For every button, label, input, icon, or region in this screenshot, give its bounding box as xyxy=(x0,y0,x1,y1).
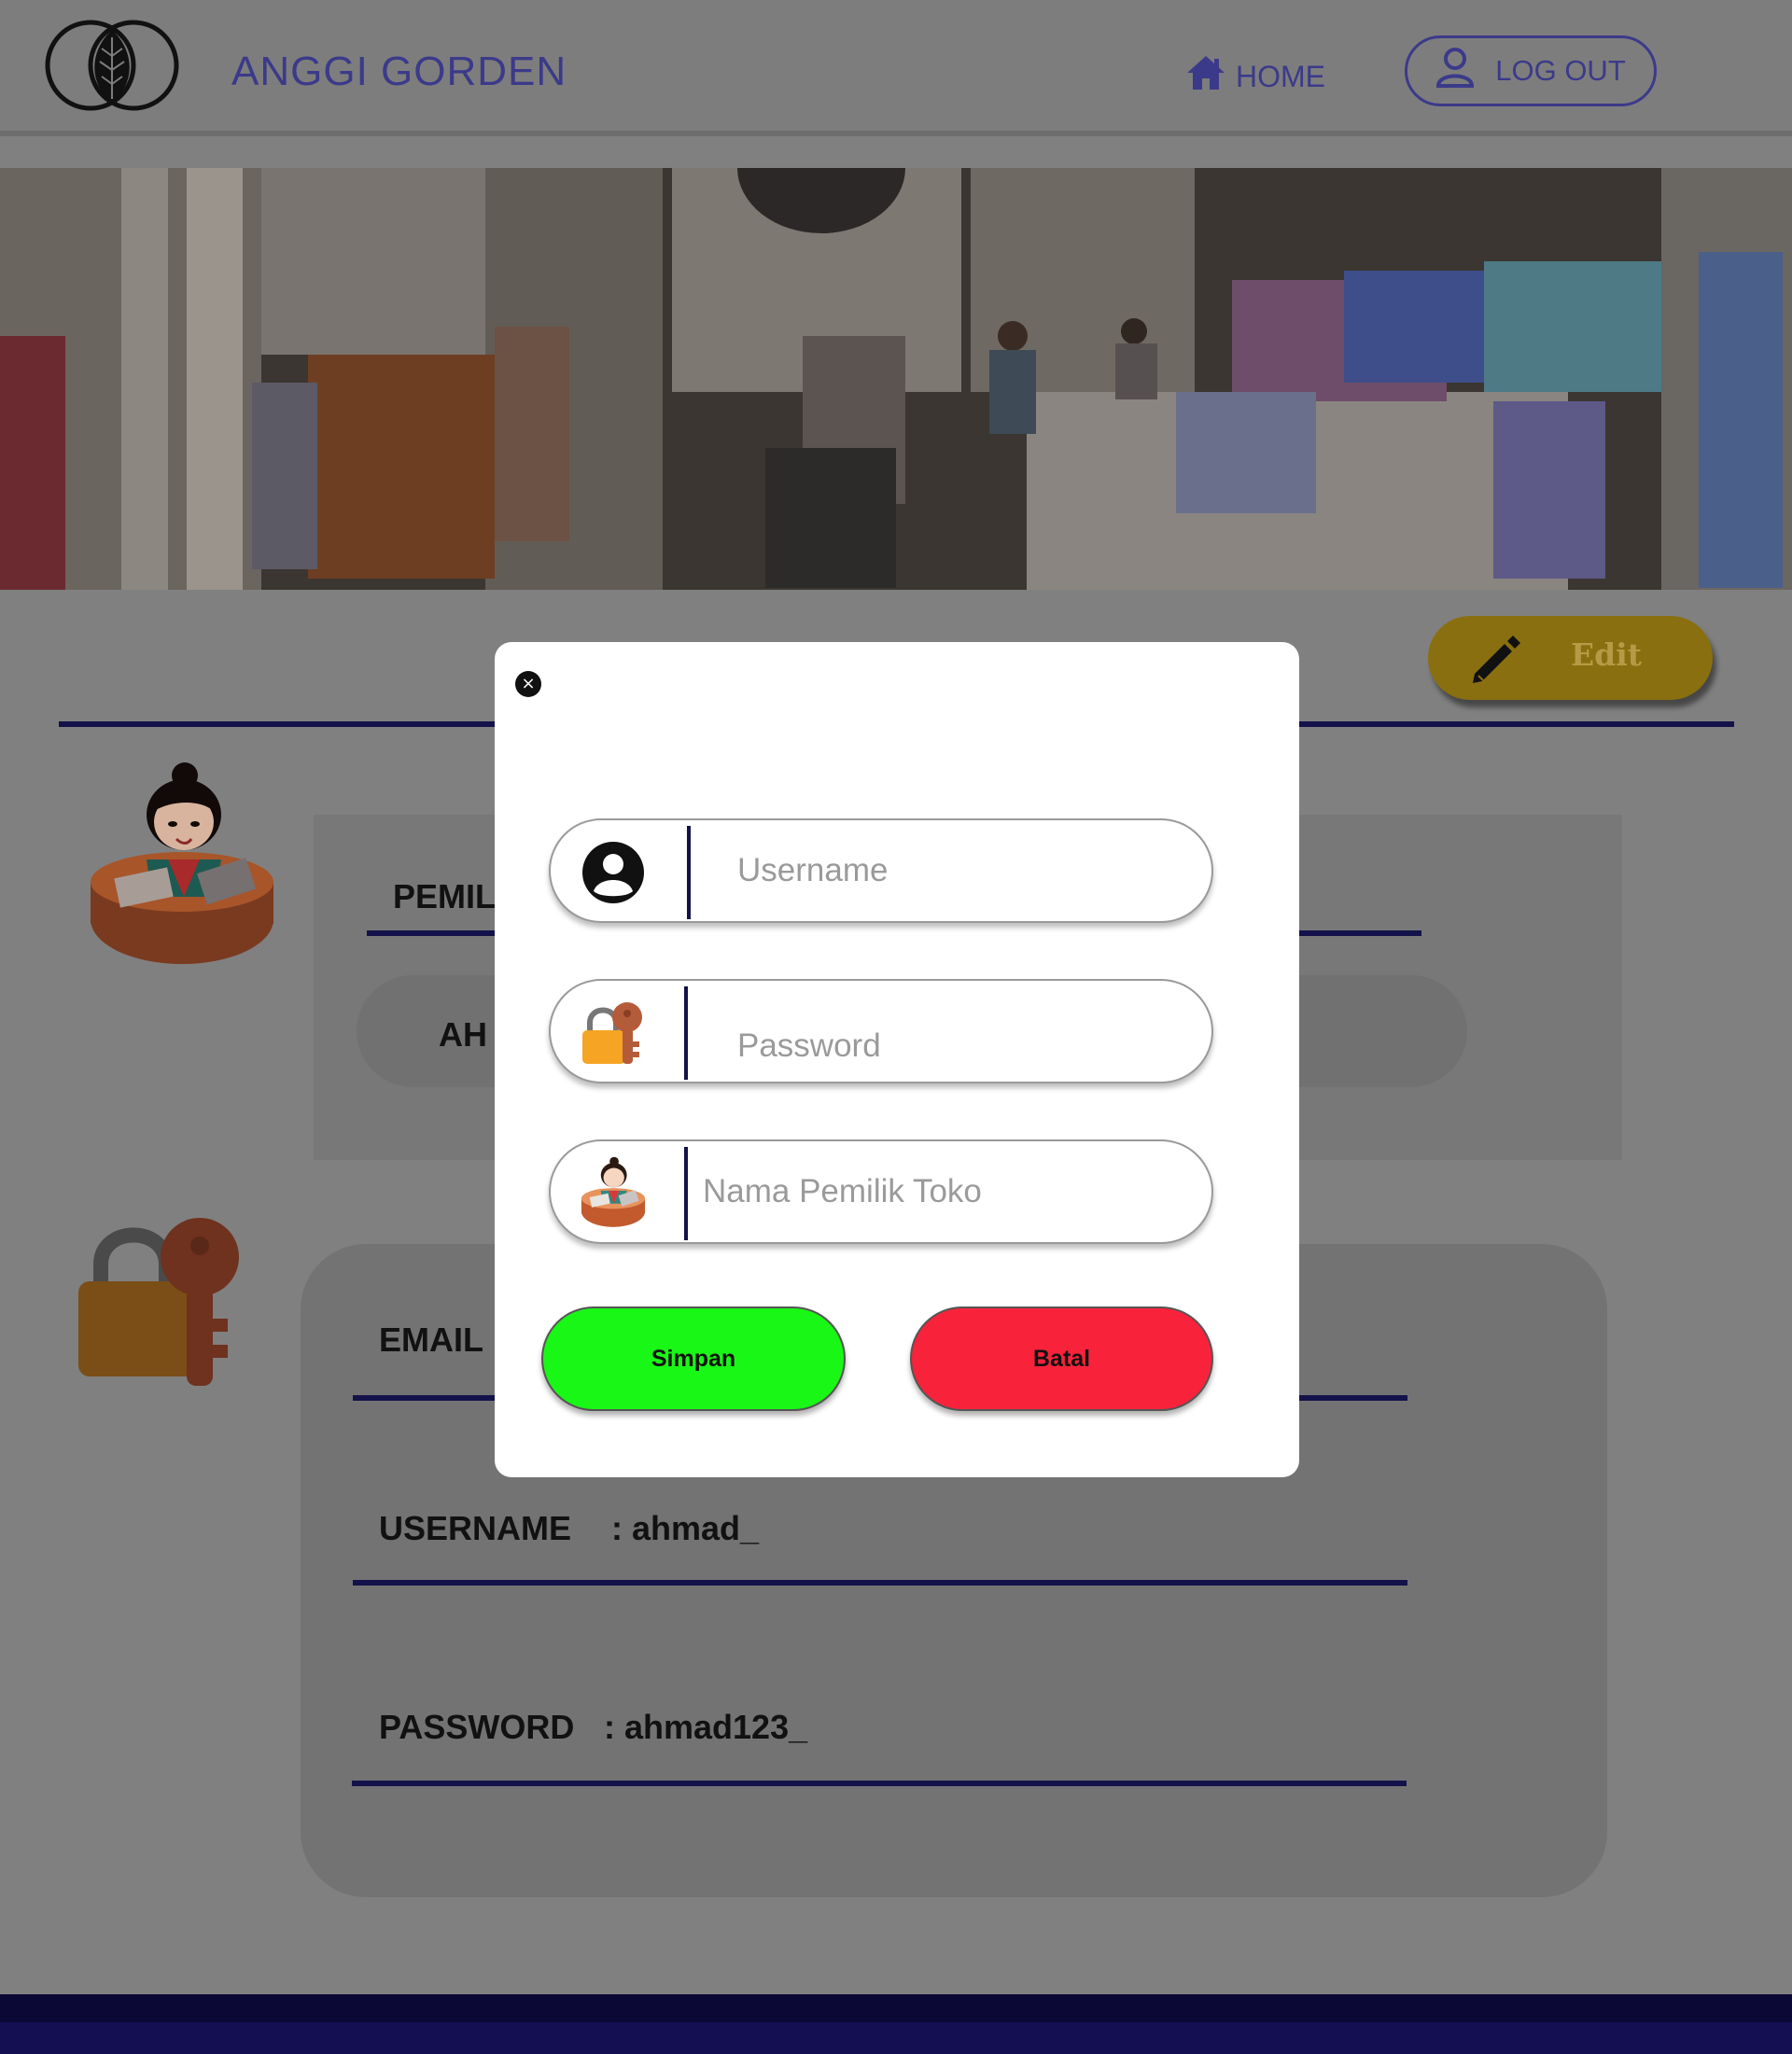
edit-profile-button[interactable]: Edit xyxy=(1428,616,1713,700)
footer-bar xyxy=(0,1994,1792,2054)
lock-key-icon xyxy=(571,994,655,1072)
shop-owner-icon xyxy=(571,1154,655,1233)
owner-name-input[interactable] xyxy=(703,1141,1188,1242)
owner-name-label: PEMIL xyxy=(393,877,497,915)
nav-home-label: HOME xyxy=(1236,59,1325,93)
password-divider xyxy=(684,986,688,1080)
password-field xyxy=(549,979,1223,1097)
pencil-icon xyxy=(1467,631,1525,693)
owner-name-divider xyxy=(684,1147,688,1240)
username-field xyxy=(549,818,1223,923)
user-icon xyxy=(1435,47,1475,95)
close-icon[interactable]: × xyxy=(515,671,541,697)
email-label: EMAIL xyxy=(379,1320,483,1359)
footer-stripe xyxy=(0,2022,1792,2054)
top-navbar: ANGGI GORDEN HOME LOG OUT xyxy=(0,0,1792,136)
password-value: : ahmad123_ xyxy=(604,1708,808,1746)
username-underline xyxy=(353,1580,1407,1586)
cancel-button[interactable]: Batal xyxy=(910,1306,1213,1411)
username-label: USERNAME xyxy=(379,1509,572,1547)
password-input[interactable] xyxy=(737,996,1223,1097)
logout-button[interactable]: LOG OUT xyxy=(1405,35,1657,106)
username-divider xyxy=(687,826,691,919)
brand-title[interactable]: ANGGI GORDEN xyxy=(231,49,567,95)
owner-name-value: AH xyxy=(439,1015,487,1054)
nav-home-link[interactable]: HOME xyxy=(1185,54,1325,99)
leaf-logo-icon[interactable] xyxy=(42,19,182,112)
username-value: : ahmad_ xyxy=(611,1509,760,1547)
shop-owner-illustration xyxy=(89,761,275,980)
password-label: PASSWORD xyxy=(379,1708,575,1746)
edit-label: Edit xyxy=(1571,636,1643,673)
logout-label: LOG OUT xyxy=(1495,54,1626,87)
home-icon xyxy=(1185,54,1226,99)
owner-name-field xyxy=(549,1139,1213,1244)
save-button[interactable]: Simpan xyxy=(541,1306,846,1411)
password-underline xyxy=(352,1781,1407,1786)
store-banner-image xyxy=(0,168,1792,590)
lock-key-icon xyxy=(77,1209,245,1400)
user-circle-icon xyxy=(571,833,655,912)
username-input[interactable] xyxy=(737,820,1223,921)
